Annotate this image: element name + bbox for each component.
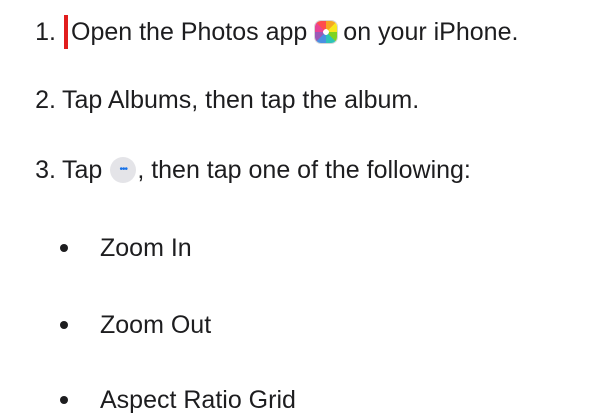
- step-number: 2.: [35, 85, 56, 114]
- bullet-icon: [60, 321, 68, 329]
- step-text: Tap , then tap one of the following:: [62, 156, 471, 185]
- option-item: Aspect Ratio Grid: [0, 380, 296, 420]
- step-3-text-before-icon: Tap: [62, 155, 103, 184]
- photos-app-icon: [315, 21, 338, 43]
- option-label: Aspect Ratio Grid: [100, 385, 296, 414]
- option-label: Zoom Out: [100, 310, 212, 339]
- more-icon: [110, 157, 137, 183]
- option-label: Zoom In: [100, 233, 192, 262]
- step-1: 1. Open the Photos app on your iPhone.: [0, 12, 518, 52]
- step-1-text-after-icon: on your iPhone.: [343, 17, 519, 46]
- step-text: Open the Photos app on your iPhone.: [62, 15, 518, 49]
- step-3-text-after-icon: , then tap one of the following:: [137, 155, 471, 184]
- bullet-icon: [60, 244, 68, 252]
- step-2: 2. Tap Albums, then tap the album.: [0, 80, 419, 120]
- step-number: 1.: [35, 17, 56, 46]
- step-2-text: Tap Albums, then tap the album.: [62, 85, 420, 114]
- option-item: Zoom Out: [0, 305, 211, 345]
- step-1-text-before-icon: Open the Photos app: [71, 17, 308, 46]
- instruction-list: 1. Open the Photos app on your iPhone. 2…: [0, 0, 613, 414]
- bullet-icon: [60, 396, 68, 404]
- text-cursor-marker: [64, 15, 68, 49]
- step-3: 3. Tap , then tap one of the following:: [0, 150, 471, 190]
- step-number: 3.: [35, 155, 56, 184]
- option-item: Zoom In: [0, 228, 192, 268]
